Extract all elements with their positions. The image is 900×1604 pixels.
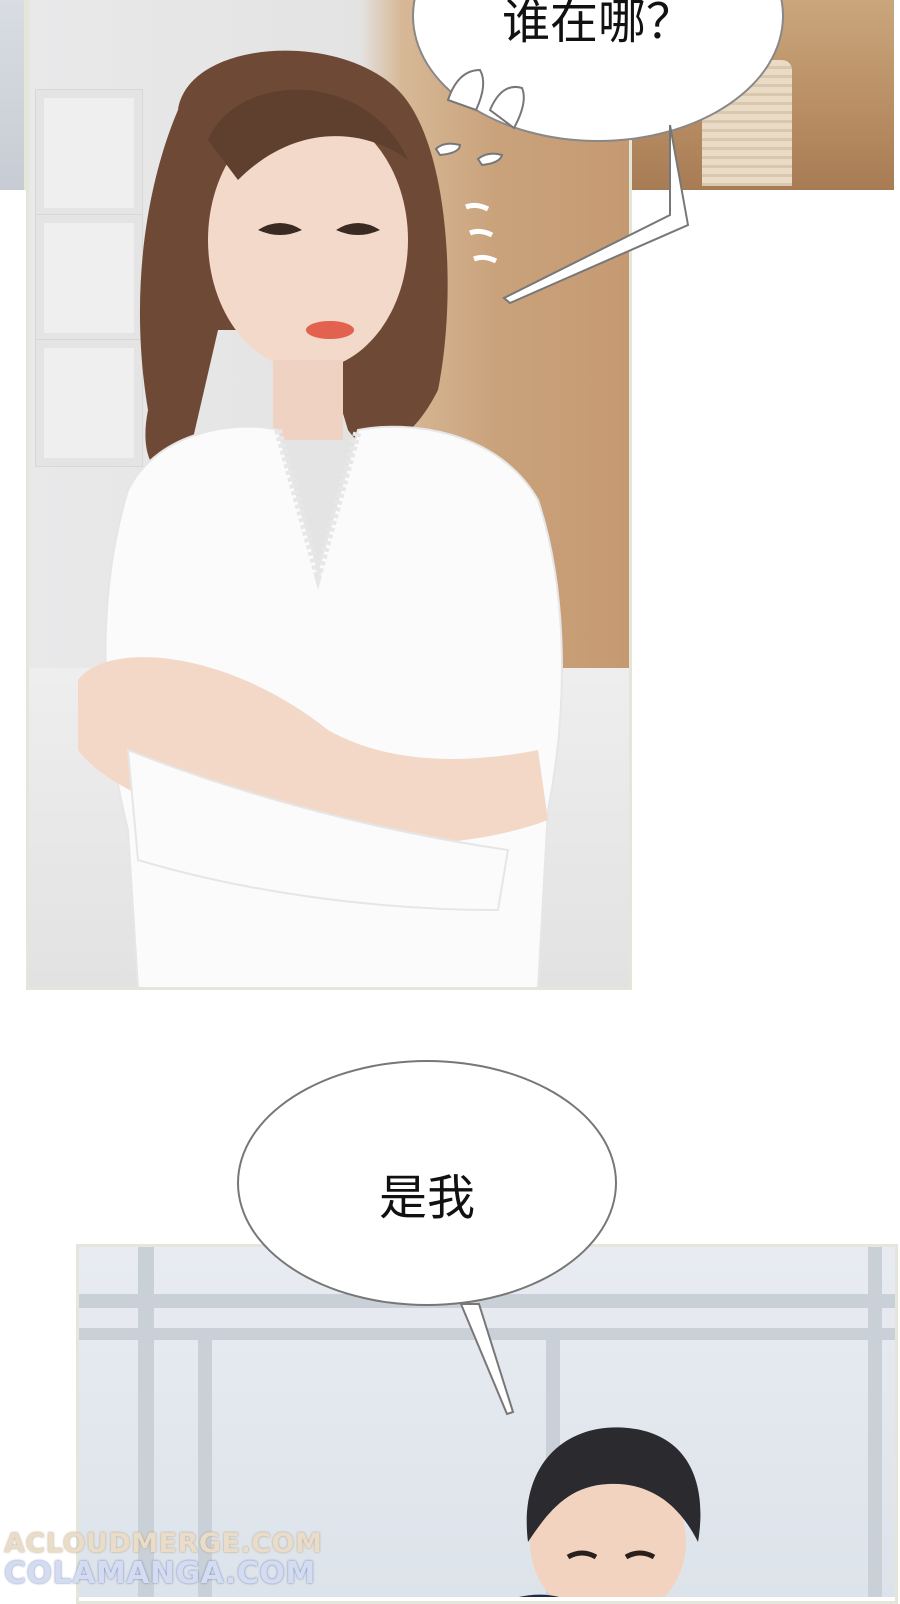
bubble-tail-and-sweat-marks — [434, 68, 690, 305]
middle-bubble-text: 是我 — [378, 1170, 475, 1226]
middle-bubble-tail — [459, 1303, 515, 1416]
watermark-line1: ACLOUDMERGE.COM — [4, 1528, 323, 1559]
man-illustration — [519, 1427, 701, 1597]
middle-speech-bubble: 是我 — [237, 1060, 617, 1306]
top-bubble-text: 谁在哪？ — [501, 0, 694, 50]
window-frame-vertical — [868, 1246, 882, 1597]
watermark: ACLOUDMERGE.COM COLAMANGA.COM — [4, 1530, 322, 1589]
previous-panel-edge — [0, 0, 27, 190]
watermark-line2: COLAMANGA.COM — [4, 1556, 316, 1591]
